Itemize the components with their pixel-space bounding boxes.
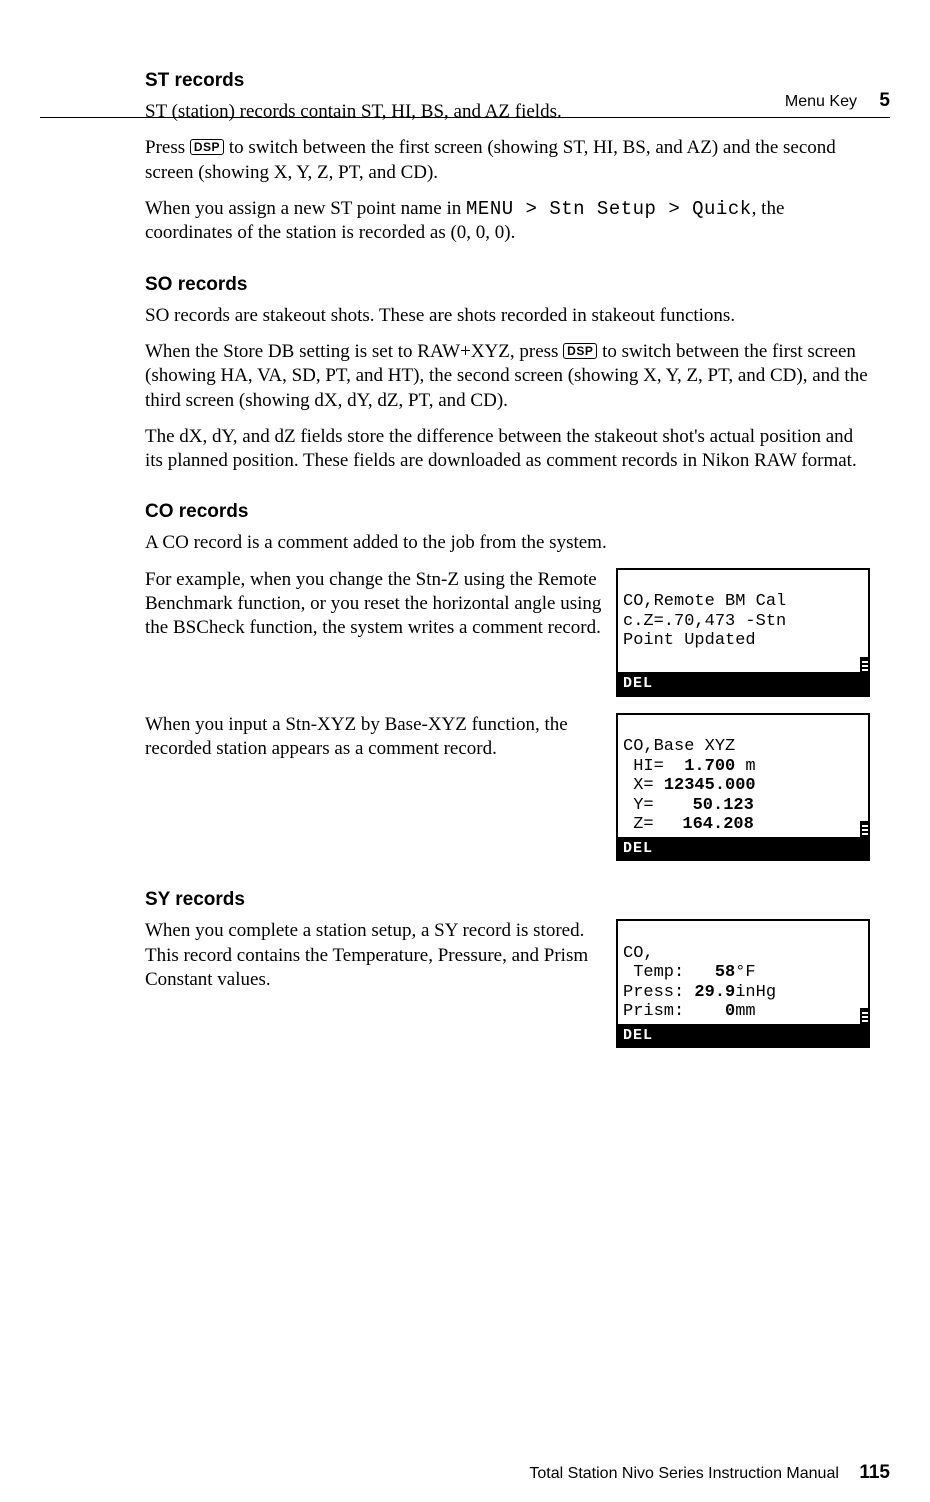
so-p3: The dX, dY, and dZ fields store the diff…: [145, 425, 870, 474]
header-rule: [40, 117, 890, 118]
running-header: Menu Key 5: [785, 90, 890, 112]
heading-st-records: ST records: [145, 70, 870, 92]
co-p1: A CO record is a comment added to the jo…: [145, 531, 870, 555]
lcd2-hi: HI= 1.700 m: [623, 757, 756, 776]
lcd3-temp: Temp: 58°F: [623, 963, 756, 982]
page-footer: Total Station Nivo Series Instruction Ma…: [529, 1462, 890, 1484]
scroll-indicator-icon: [860, 821, 870, 837]
st-p2b: to switch between the first screen (show…: [145, 137, 836, 182]
dsp-key-icon: DSP: [190, 139, 224, 155]
lcd-base-xyz: CO,Base XYZ HI= 1.700 m X= 12345.000 Y= …: [616, 713, 870, 862]
co-p2: For example, when you change the Stn-Z u…: [145, 568, 602, 641]
so-p1: SO records are stakeout shots. These are…: [145, 304, 870, 328]
softkey-del[interactable]: DEL: [618, 837, 868, 859]
lcd1-l1: CO,Remote BM Cal: [623, 592, 786, 611]
lcd-sy: CO, Temp: 58°F Press: 29.9inHg Prism: 0m…: [616, 919, 870, 1048]
co-p3: When you input a Stn-XYZ by Base-XYZ fun…: [145, 713, 602, 762]
heading-so-records: SO records: [145, 274, 870, 296]
st-p3a: When you assign a new ST point name in: [145, 198, 466, 219]
scroll-indicator-icon: [860, 1008, 870, 1024]
so-p2: When the Store DB setting is set to RAW+…: [145, 340, 870, 413]
st-p2a: Press: [145, 137, 190, 158]
lcd2-z: Z= 164.208: [623, 815, 754, 834]
header-chapter: 5: [879, 90, 890, 111]
so-p2a: When the Store DB setting is set to RAW+…: [145, 341, 563, 362]
heading-co-records: CO records: [145, 501, 870, 523]
lcd3-press: Press: 29.9inHg: [623, 983, 776, 1002]
header-section: Menu Key: [785, 93, 857, 110]
dsp-key-icon: DSP: [563, 343, 597, 359]
lcd-remote-bm: CO,Remote BM Cal c.Z=.70,473 -Stn Point …: [616, 568, 870, 697]
footer-title: Total Station Nivo Series Instruction Ma…: [529, 1465, 838, 1482]
menu-path: MENU > Stn Setup > Quick: [466, 198, 752, 220]
lcd3-prism: Prism: 0mm: [623, 1002, 756, 1021]
st-p3: When you assign a new ST point name in M…: [145, 197, 870, 246]
sy-p1: When you complete a station setup, a SY …: [145, 919, 602, 992]
lcd2-y: Y= 50.123: [623, 796, 754, 815]
softkey-del[interactable]: DEL: [618, 672, 868, 694]
st-p2: Press DSP to switch between the first sc…: [145, 136, 870, 185]
lcd3-l1: CO,: [623, 944, 654, 963]
st-p1: ST (station) records contain ST, HI, BS,…: [145, 100, 870, 124]
softkey-del[interactable]: DEL: [618, 1024, 868, 1046]
heading-sy-records: SY records: [145, 889, 870, 911]
footer-page-number: 115: [859, 1462, 890, 1483]
lcd1-l3: Point Updated: [623, 631, 756, 650]
lcd2-x: X= 12345.000: [623, 776, 754, 795]
lcd1-l2: c.Z=.70,473 -Stn: [623, 612, 786, 631]
scroll-indicator-icon: [860, 657, 870, 673]
lcd2-l1: CO,Base XYZ: [623, 737, 735, 756]
